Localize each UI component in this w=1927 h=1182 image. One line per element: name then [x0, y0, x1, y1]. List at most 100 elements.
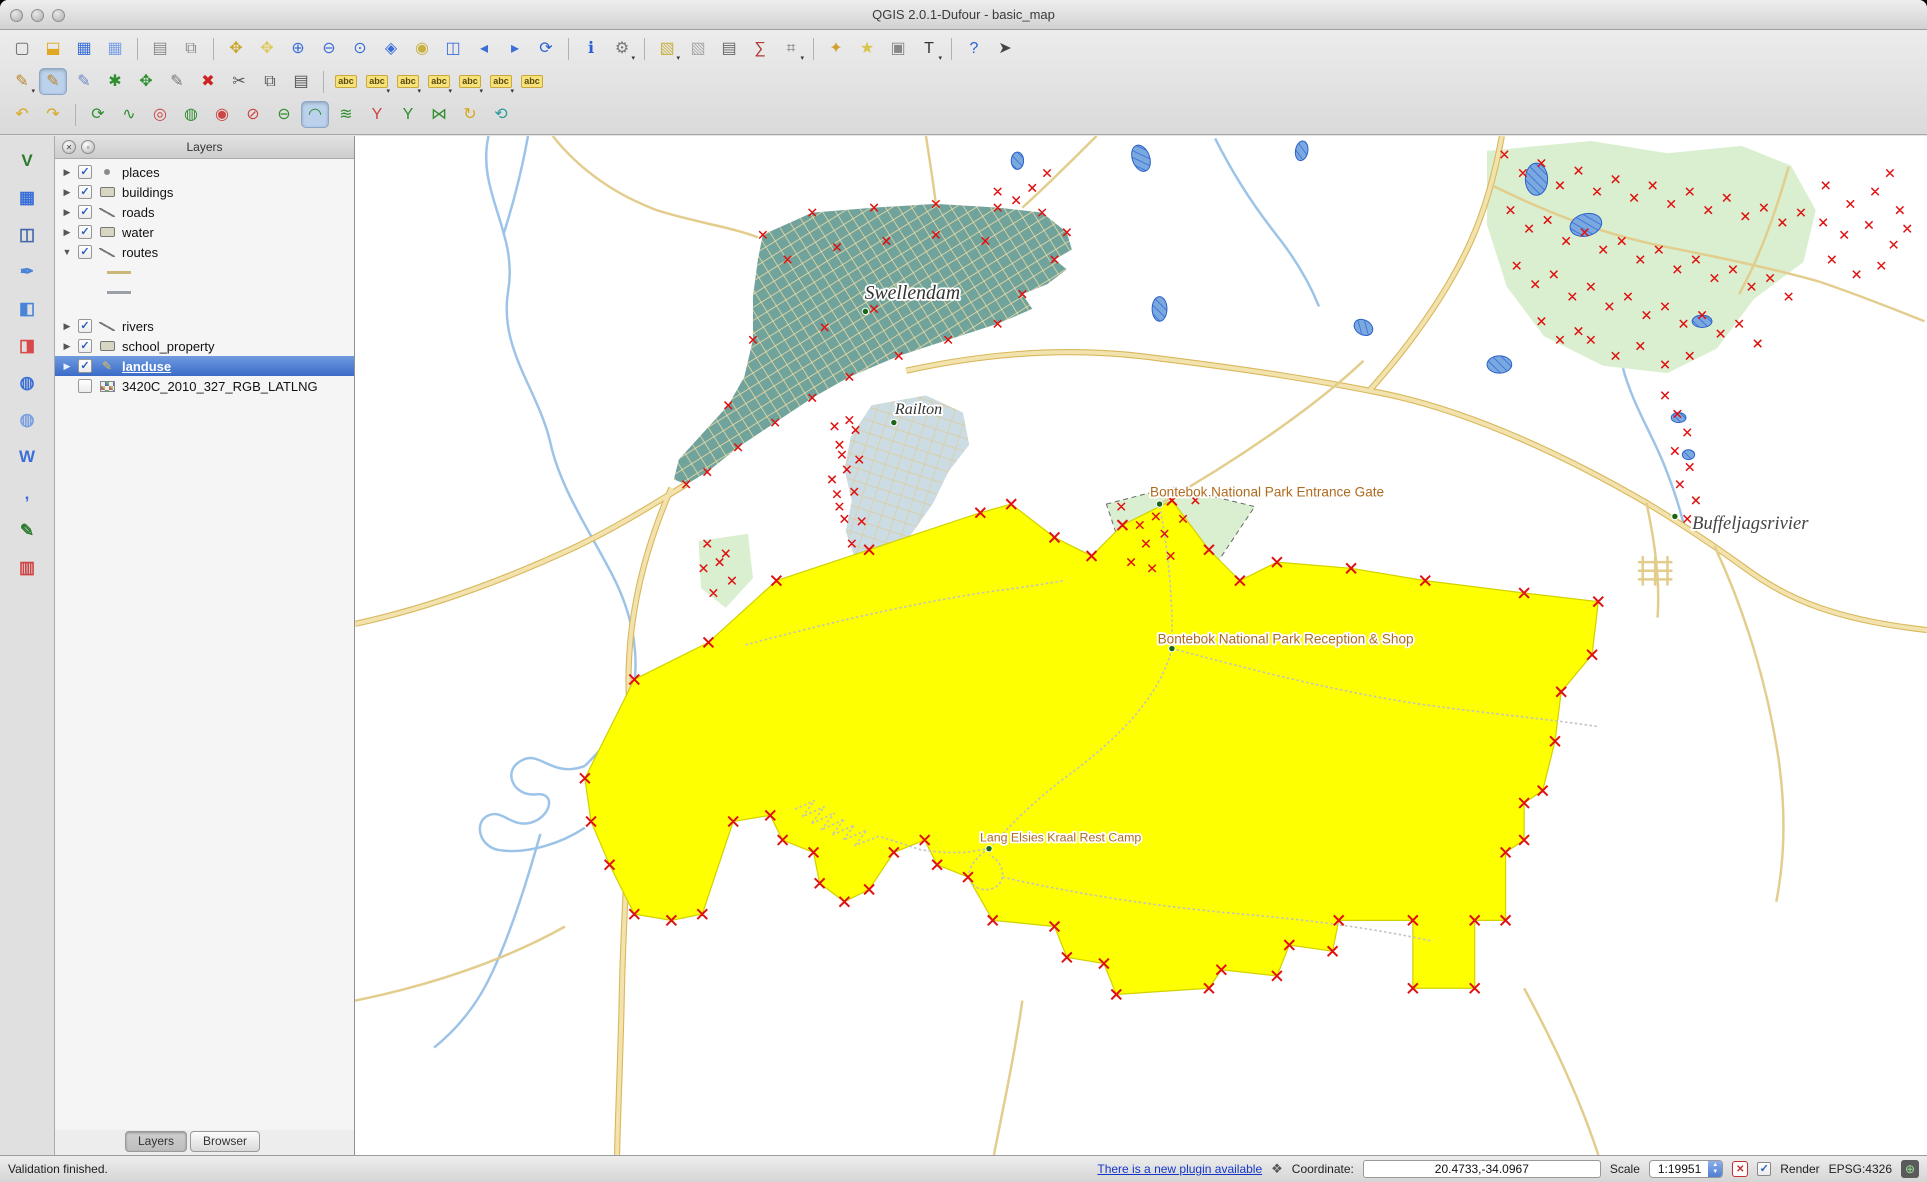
expander-icon[interactable]: ▶: [61, 321, 73, 332]
show-bookmarks-button[interactable]: ▣: [884, 35, 912, 62]
expander-icon[interactable]: ▶: [61, 187, 73, 198]
layer-visibility-checkbox[interactable]: ✓: [78, 225, 92, 239]
add-ring-button[interactable]: ◎: [146, 101, 174, 128]
layer-row-routes[interactable]: ▼✓routes: [55, 242, 354, 262]
layer-symbol-row[interactable]: [55, 262, 354, 282]
offset-curve-button[interactable]: ≋: [332, 101, 360, 128]
layer-row-water[interactable]: ▶✓water: [55, 222, 354, 242]
map-svg[interactable]: SwellendamRailtonBontebok National Park …: [355, 136, 1927, 1155]
zoom-in-button[interactable]: ⊕: [284, 35, 312, 62]
expander-icon[interactable]: ▶: [61, 227, 73, 238]
add-postgis-layer-button[interactable]: ◫: [12, 220, 43, 249]
close-window-button[interactable]: [10, 9, 23, 22]
paste-features-button[interactable]: ▤: [287, 68, 315, 95]
move-feature-button[interactable]: ✥: [132, 68, 160, 95]
layer-labeling-options-button[interactable]: abc: [332, 68, 360, 95]
advanced-digitize-extra-button[interactable]: ⟲: [487, 101, 515, 128]
render-checkbox[interactable]: ✓: [1757, 1162, 1771, 1176]
map-tips-button[interactable]: ✦: [822, 35, 850, 62]
layer-row-rivers[interactable]: ▶✓rivers: [55, 316, 354, 336]
whats-this-button[interactable]: ➤: [991, 35, 1019, 62]
layer-visibility-checkbox[interactable]: ✓: [78, 245, 92, 259]
node-tool-button[interactable]: ✎: [163, 68, 191, 95]
help-button[interactable]: ?: [960, 35, 988, 62]
cut-features-button[interactable]: ✂: [225, 68, 253, 95]
add-part-button[interactable]: ◍: [177, 101, 205, 128]
zoom-window-button[interactable]: [52, 9, 65, 22]
add-wms-layer-button[interactable]: ◍: [12, 368, 43, 397]
undo-button[interactable]: ↶: [8, 101, 36, 128]
panel-tab-browser[interactable]: Browser: [190, 1131, 260, 1152]
panel-close-button[interactable]: ✕: [62, 140, 76, 154]
minimize-window-button[interactable]: [31, 9, 44, 22]
coordinate-input[interactable]: [1363, 1160, 1601, 1178]
layer-row-places[interactable]: ▶✓places: [55, 162, 354, 182]
merge-features-button[interactable]: ⋈: [425, 101, 453, 128]
stop-render-icon[interactable]: ✕: [1732, 1161, 1748, 1177]
fill-ring-button[interactable]: ◉: [208, 101, 236, 128]
add-oracle-georaster-layer-button[interactable]: ▥: [12, 553, 43, 582]
add-feature-button[interactable]: ✱: [101, 68, 129, 95]
add-delimited-text-layer-button[interactable]: ,: [12, 479, 43, 508]
delete-part-button[interactable]: ⊖: [270, 101, 298, 128]
run-feature-action-button[interactable]: ⚙▾: [608, 35, 636, 62]
scale-stepper-icon[interactable]: ▲▼: [1708, 1160, 1722, 1178]
expander-icon[interactable]: ▶: [61, 167, 73, 178]
add-vector-layer-button[interactable]: V: [12, 146, 43, 175]
zoom-native-button[interactable]: ⊙: [346, 35, 374, 62]
save-layer-edits-button[interactable]: ✎: [70, 68, 98, 95]
simplify-feature-button[interactable]: ∿: [115, 101, 143, 128]
label-rotate-button[interactable]: abc▾: [394, 68, 422, 95]
rotate-feature-button[interactable]: ⟳: [84, 101, 112, 128]
layer-visibility-checkbox[interactable]: ✓: [78, 359, 92, 373]
new-shapefile-layer-button[interactable]: ✎: [12, 516, 43, 545]
label-move-button[interactable]: abc▾: [363, 68, 391, 95]
layer-row-roads[interactable]: ▶✓roads: [55, 202, 354, 222]
open-project-button[interactable]: ⬓: [39, 35, 67, 62]
pan-to-selection-button[interactable]: ✥: [253, 35, 281, 62]
add-oracle-layer-button[interactable]: ◨: [12, 331, 43, 360]
add-spatialite-layer-button[interactable]: ✒: [12, 257, 43, 286]
layer-visibility-checkbox[interactable]: ✓: [78, 185, 92, 199]
expander-icon[interactable]: ▼: [61, 247, 73, 257]
new-project-button[interactable]: ▢: [8, 35, 36, 62]
save-project-as-button[interactable]: ▦: [101, 35, 129, 62]
zoom-last-button[interactable]: ◂: [470, 35, 498, 62]
deselect-features-button[interactable]: ▧: [684, 35, 712, 62]
new-bookmark-button[interactable]: ★: [853, 35, 881, 62]
plugin-icon[interactable]: ❖: [1271, 1161, 1283, 1177]
select-features-button[interactable]: ▧▾: [653, 35, 681, 62]
current-edits-button[interactable]: ✎▾: [8, 68, 36, 95]
zoom-full-button[interactable]: ◈: [377, 35, 405, 62]
add-raster-layer-button[interactable]: ▦: [12, 183, 43, 212]
map-canvas[interactable]: SwellendamRailtonBontebok National Park …: [355, 136, 1927, 1155]
delete-selected-button[interactable]: ✖: [194, 68, 222, 95]
zoom-to-selection-button[interactable]: ◉: [408, 35, 436, 62]
label-change-button[interactable]: abc▾: [425, 68, 453, 95]
delete-ring-button[interactable]: ⊘: [239, 101, 267, 128]
scale-combobox[interactable]: 1:19951 ▲▼: [1649, 1160, 1723, 1178]
label-properties-button[interactable]: abc: [518, 68, 546, 95]
redo-button[interactable]: ↷: [39, 101, 67, 128]
pan-map-button[interactable]: ✥: [222, 35, 250, 62]
expander-icon[interactable]: ▶: [61, 341, 73, 352]
save-project-button[interactable]: ▦: [70, 35, 98, 62]
label-pin-button[interactable]: abc▾: [456, 68, 484, 95]
label-show-hide-button[interactable]: abc▾: [487, 68, 515, 95]
expander-icon[interactable]: ▶: [61, 207, 73, 218]
layer-visibility-checkbox[interactable]: ✓: [78, 205, 92, 219]
layer-visibility-checkbox[interactable]: [78, 379, 92, 393]
toggle-editing-button[interactable]: ✎: [39, 68, 67, 95]
crs-status-icon[interactable]: ⊕: [1901, 1160, 1919, 1178]
new-print-composer-button[interactable]: ▤: [146, 35, 174, 62]
add-wfs-layer-button[interactable]: W: [12, 442, 43, 471]
layer-visibility-checkbox[interactable]: ✓: [78, 339, 92, 353]
expander-icon[interactable]: ▶: [61, 361, 73, 372]
zoom-to-layer-button[interactable]: ◫: [439, 35, 467, 62]
zoom-out-button[interactable]: ⊖: [315, 35, 343, 62]
layer-row-buildings[interactable]: ▶✓buildings: [55, 182, 354, 202]
panel-tab-layers[interactable]: Layers: [125, 1131, 187, 1152]
identify-features-button[interactable]: ℹ: [577, 35, 605, 62]
add-mssql-layer-button[interactable]: ◧: [12, 294, 43, 323]
layer-row-school_property[interactable]: ▶✓school_property: [55, 336, 354, 356]
